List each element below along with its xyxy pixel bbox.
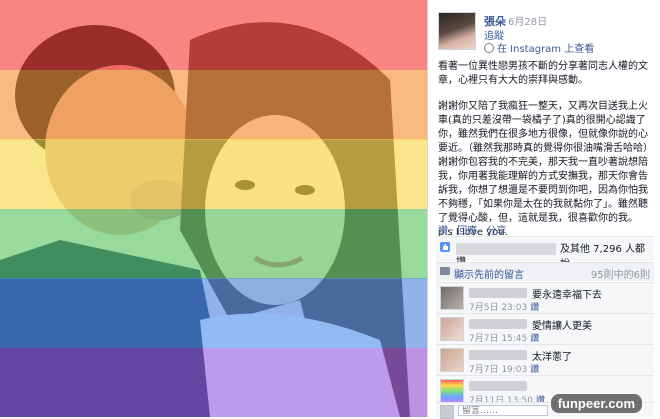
author-avatar[interactable] (438, 12, 476, 50)
comment-icon (440, 267, 450, 275)
comment-count: 95則中的6則 (590, 270, 650, 281)
comment-like-link[interactable]: 讚 (530, 365, 539, 375)
instagram-icon (484, 43, 494, 53)
comment-item: 太洋蔥了 7月7日 19:03 讚 (436, 344, 654, 375)
post-date[interactable]: 6月28日 (508, 13, 547, 28)
comment-text: 要永遠幸福下去 (532, 290, 602, 301)
show-previous-comments-link[interactable]: 顯示先前的留言 (454, 266, 524, 281)
site-watermark: funpeer.com (550, 394, 642, 413)
post-photo[interactable] (0, 0, 427, 417)
comment-like-link[interactable]: 讚 (530, 334, 539, 344)
instagram-link[interactable]: 在 Instagram 上查看 (484, 40, 594, 55)
post-text-intro: 看著一位異性戀男孩不斷的分享著同志人權的文章，心裡只有大大的崇拜與感動。 (438, 61, 648, 86)
comment-item: 要永遠幸福下去 7月5日 23:03 讚 (436, 282, 654, 313)
rainbow-stripe (0, 347, 427, 417)
post-sidebar: 張朵 6月28日 追蹤 在 Instagram 上查看 看著一位異性戀男孩不斷的… (427, 0, 660, 419)
commenter-avatar[interactable] (440, 379, 464, 403)
rainbow-stripe (0, 139, 427, 209)
commenter-avatar[interactable] (440, 348, 464, 372)
rainbow-stripe (0, 278, 427, 348)
comment-like-link[interactable]: 讚 (530, 303, 539, 313)
rainbow-stripe (0, 69, 427, 140)
instagram-link-label: 在 Instagram 上查看 (497, 44, 595, 55)
rainbow-stripe (0, 208, 427, 279)
thumbs-up-icon (440, 242, 450, 252)
comment-text: 愛情讓人更美 (532, 321, 592, 332)
comment-time[interactable]: 7月7日 19:03 (469, 365, 527, 375)
comment-input[interactable] (458, 405, 548, 416)
commenter-name-redacted[interactable] (469, 319, 527, 329)
comment-time[interactable]: 7月7日 15:45 (469, 334, 527, 344)
commenter-name-redacted[interactable] (469, 381, 527, 391)
commenter-name-redacted[interactable] (469, 288, 527, 298)
comment-meta: 7月7日 15:45 讚 (469, 331, 539, 344)
comment-item: 愛情讓人更美 7月7日 15:45 讚 (436, 313, 654, 344)
comment-meta: 7月5日 23:03 讚 (469, 300, 539, 313)
commenter-avatar[interactable] (440, 286, 464, 310)
commenter-name-redacted[interactable] (469, 350, 527, 360)
commenter-avatar[interactable] (440, 317, 464, 341)
likes-summary: 及其他 7,296 人都說 讚。 (436, 236, 654, 270)
post-text-body: 謝謝你又陪了我瘋狂一整天，又再次目送我上火車(真的只差沒帶一袋橘子了)真的很開心… (438, 101, 648, 238)
previous-comments-bar: 顯示先前的留言 95則中的6則 (436, 262, 654, 281)
comment-text: 太洋蔥了 (532, 352, 572, 363)
post-actions: 讚 · 回應 · 分享 (438, 226, 507, 237)
rainbow-stripe (0, 0, 427, 70)
comment-meta: 7月7日 19:03 讚 (469, 362, 539, 375)
comment-time[interactable]: 7月5日 23:03 (469, 303, 527, 313)
